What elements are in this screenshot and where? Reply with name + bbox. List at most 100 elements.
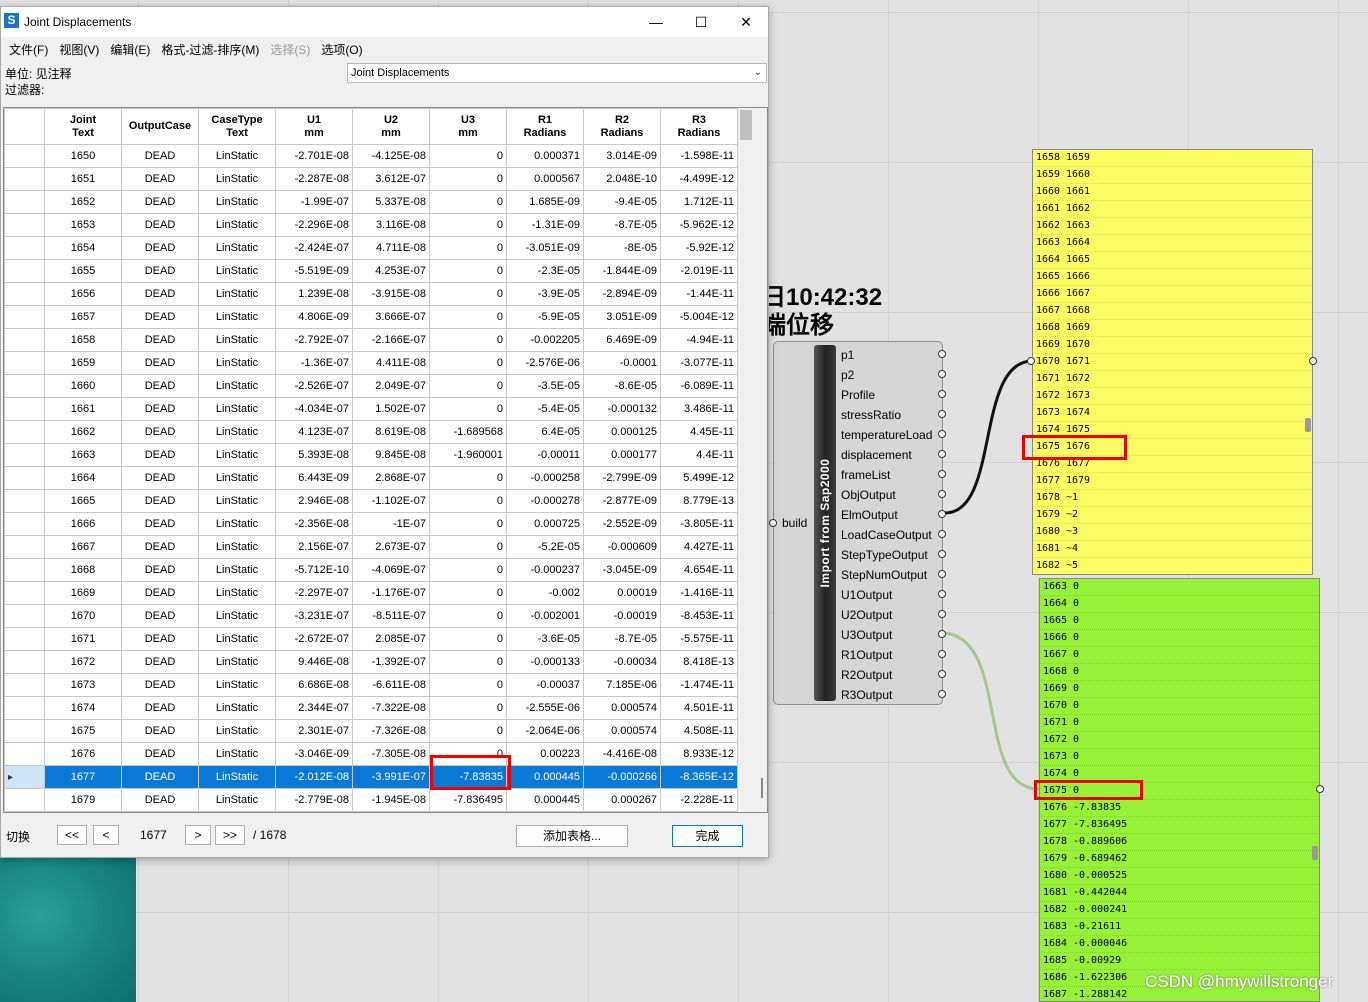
table-cell[interactable]: 4.711E-08 [352, 236, 430, 260]
table-cell[interactable]: DEAD [121, 466, 199, 490]
row-header-corner[interactable] [4, 108, 45, 145]
yellow-panel-input-port[interactable] [1027, 357, 1035, 365]
output-port[interactable] [938, 370, 946, 378]
output-r3output[interactable]: R3Output [841, 686, 932, 706]
output-port[interactable] [938, 510, 946, 518]
table-cell[interactable]: -1.474E-11 [660, 673, 738, 697]
table-row[interactable]: 1673 DEAD LinStatic 6.686E-08 -6.611E-08 0 -0.… [4, 673, 738, 697]
table-cell[interactable]: -1.99E-07 [275, 190, 353, 214]
output-elmoutput[interactable]: ElmOutput [841, 506, 932, 526]
table-cell[interactable]: LinStatic [198, 328, 276, 352]
table-cell[interactable]: -2.672E-07 [275, 627, 353, 651]
table-cell[interactable]: LinStatic [198, 466, 276, 490]
table-cell[interactable]: 1.685E-09 [506, 190, 584, 214]
table-cell[interactable]: 0 [429, 397, 507, 421]
table-cell[interactable]: -5.2E-05 [506, 535, 584, 559]
table-cell[interactable]: 6.686E-08 [275, 673, 353, 697]
table-cell[interactable]: 4.123E-07 [275, 420, 353, 444]
table-cell[interactable]: -9.4E-05 [583, 190, 661, 214]
table-cell[interactable]: -1E-07 [352, 512, 430, 536]
table-cell[interactable]: -7.305E-08 [352, 742, 430, 766]
table-cell[interactable]: -2.526E-07 [275, 374, 353, 398]
table-cell[interactable]: DEAD [121, 305, 199, 329]
table-cell[interactable]: 1662 [44, 420, 122, 444]
output-objoutput[interactable]: ObjOutput [841, 486, 932, 506]
table-cell[interactable]: -3.046E-09 [275, 742, 353, 766]
table-cell[interactable]: DEAD [121, 742, 199, 766]
table-row[interactable]: 1655 DEAD LinStatic -5.519E-09 4.253E-07 0 -2.… [4, 259, 738, 283]
table-cell[interactable]: 0 [429, 305, 507, 329]
table-cell[interactable]: -2.555E-06 [506, 696, 584, 720]
table-cell[interactable]: -5.4E-05 [506, 397, 584, 421]
table-cell[interactable]: 3.014E-09 [583, 144, 661, 168]
output-port[interactable] [938, 390, 946, 398]
table-cell[interactable]: 2.049E-07 [352, 374, 430, 398]
table-cell[interactable]: DEAD [121, 213, 199, 237]
column-header[interactable]: OutputCase [121, 108, 199, 145]
table-cell[interactable]: 1661 [44, 397, 122, 421]
table-cell[interactable]: 1653 [44, 213, 122, 237]
table-cell[interactable]: LinStatic [198, 190, 276, 214]
table-cell[interactable]: 7.185E-06 [583, 673, 661, 697]
table-cell[interactable]: DEAD [121, 627, 199, 651]
table-cell[interactable]: -0.0001 [583, 351, 661, 375]
table-cell[interactable]: -0.000266 [583, 765, 661, 789]
output-stressratio[interactable]: stressRatio [841, 406, 932, 426]
table-cell[interactable]: -3.045E-09 [583, 558, 661, 582]
table-row[interactable]: 1676 DEAD LinStatic -3.046E-09 -7.305E-08 0 0.… [4, 742, 738, 766]
table-cell[interactable]: -4.499E-12 [660, 167, 738, 191]
row-header[interactable] [4, 512, 45, 536]
table-cell[interactable]: DEAD [121, 420, 199, 444]
table-cell[interactable]: 0.000574 [583, 719, 661, 743]
output-stepnumoutput[interactable]: StepNumOutput [841, 566, 932, 586]
output-r2output[interactable]: R2Output [841, 666, 932, 686]
table-cell[interactable]: LinStatic [198, 604, 276, 628]
menu-item-3[interactable]: 格式-过滤-排序(M) [161, 40, 259, 60]
table-cell[interactable]: 1677 [44, 765, 122, 789]
table-cell[interactable]: -5.575E-11 [660, 627, 738, 651]
table-cell[interactable]: -3.915E-08 [352, 282, 430, 306]
table-cell[interactable]: LinStatic [198, 742, 276, 766]
row-header[interactable] [4, 397, 45, 421]
table-cell[interactable]: 2.868E-07 [352, 466, 430, 490]
table-cell[interactable]: -3.805E-11 [660, 512, 738, 536]
table-cell[interactable]: 1655 [44, 259, 122, 283]
row-header[interactable] [4, 328, 45, 352]
table-cell[interactable]: DEAD [121, 259, 199, 283]
output-port[interactable] [938, 350, 946, 358]
row-header[interactable] [4, 558, 45, 582]
table-cell[interactable]: LinStatic [198, 443, 276, 467]
row-header[interactable] [4, 374, 45, 398]
table-cell[interactable]: LinStatic [198, 305, 276, 329]
table-cell[interactable]: DEAD [121, 650, 199, 674]
add-table-button[interactable]: 添加表格... [516, 825, 628, 847]
table-cell[interactable]: DEAD [121, 719, 199, 743]
table-cell[interactable]: 0.000445 [506, 788, 584, 812]
table-cell[interactable]: -1.392E-07 [352, 650, 430, 674]
table-cell[interactable]: -2.792E-07 [275, 328, 353, 352]
column-header[interactable]: U1 mm [275, 108, 353, 145]
table-cell[interactable]: DEAD [121, 558, 199, 582]
table-cell[interactable]: LinStatic [198, 374, 276, 398]
table-cell[interactable]: LinStatic [198, 627, 276, 651]
table-cell[interactable]: 0.000267 [583, 788, 661, 812]
table-cell[interactable]: -8.453E-11 [660, 604, 738, 628]
table-cell[interactable]: 1667 [44, 535, 122, 559]
table-cell[interactable]: 1675 [44, 719, 122, 743]
table-row[interactable]: 1662 DEAD LinStatic 4.123E-07 8.619E-08 -1.68… [4, 420, 738, 444]
table-row[interactable]: 1668 DEAD LinStatic -5.712E-10 -4.069E-07 0 -0… [4, 558, 738, 582]
table-row[interactable]: 1664 DEAD LinStatic 6.443E-09 2.868E-07 0 -0.0… [4, 466, 738, 490]
table-row[interactable]: 1675 DEAD LinStatic 2.301E-07 -7.326E-08 0 -2.… [4, 719, 738, 743]
table-cell[interactable]: 0 [429, 489, 507, 513]
table-cell[interactable]: 0.000567 [506, 167, 584, 191]
table-cell[interactable]: 2.301E-07 [275, 719, 353, 743]
table-cell[interactable]: -0.002001 [506, 604, 584, 628]
output-temperatureload[interactable]: temperatureLoad [841, 426, 932, 446]
row-header[interactable] [4, 259, 45, 283]
table-cell[interactable]: LinStatic [198, 719, 276, 743]
table-cell[interactable]: 0 [429, 604, 507, 628]
output-port[interactable] [938, 470, 946, 478]
table-cell[interactable]: 1679 [44, 788, 122, 812]
output-u3output[interactable]: U3Output [841, 626, 932, 646]
table-cell[interactable]: 0 [429, 535, 507, 559]
